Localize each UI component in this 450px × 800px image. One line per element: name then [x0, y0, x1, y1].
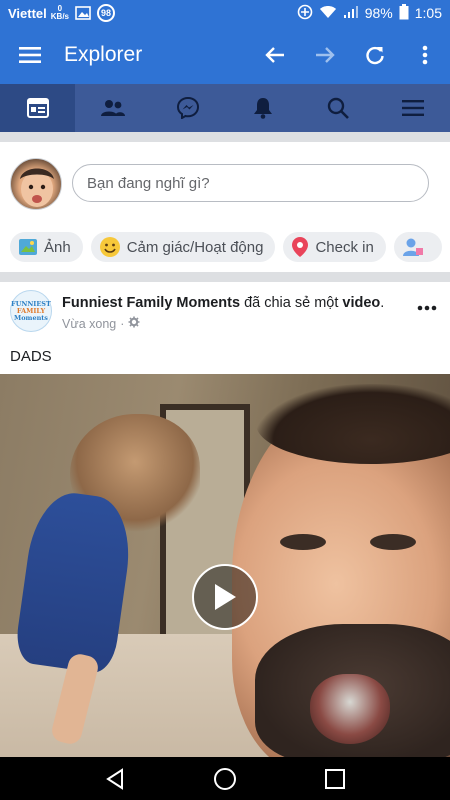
refresh-button[interactable]: [350, 26, 400, 84]
carrier-name: Viettel: [8, 5, 47, 21]
notification-count-badge: 98: [97, 4, 116, 22]
tab-messenger[interactable]: [150, 84, 225, 132]
menu-icon: [401, 100, 424, 116]
feeling-activity-chip-label: Cảm giác/Hoạt động: [126, 238, 264, 256]
post-meta: Vừa xong ·: [62, 316, 140, 331]
public-gear-icon: [128, 316, 140, 331]
status-input[interactable]: Bạn đang nghĩ gì?: [72, 164, 429, 202]
smiley-icon: [99, 236, 121, 258]
post-options-button[interactable]: [412, 296, 442, 320]
post-header: Funniest Family Moments đã chia sẻ một v…: [62, 295, 402, 311]
play-icon: [215, 584, 236, 610]
hamburger-menu-button[interactable]: [0, 26, 60, 84]
data-saver-icon: [297, 4, 313, 23]
messenger-icon: [176, 97, 199, 119]
arrow-left-icon: [265, 47, 284, 63]
video-frame: [280, 534, 326, 550]
search-icon: [327, 97, 349, 119]
tab-friends[interactable]: [75, 84, 150, 132]
check-in-chip-label: Check in: [315, 238, 374, 256]
video-player[interactable]: [0, 374, 450, 757]
post-timestamp[interactable]: Vừa xong: [62, 317, 116, 331]
video-frame: [370, 534, 416, 550]
arrow-right-icon: [316, 47, 335, 63]
location-pin-icon: [291, 236, 309, 258]
system-nav-bar: [0, 757, 450, 800]
divider: [0, 132, 450, 142]
photo-chip[interactable]: Ảnh: [10, 232, 83, 262]
feeling-activity-chip[interactable]: Cảm giác/Hoạt động: [90, 232, 276, 262]
forward-button[interactable]: [300, 26, 350, 84]
refresh-icon: [366, 46, 384, 65]
news-feed-icon: [26, 98, 49, 118]
post-action-end: .: [380, 295, 385, 311]
status-bar: Viettel 0 KB/s 98 98% 1:05: [0, 0, 450, 26]
app-bar: Explorer: [0, 26, 450, 84]
tab-news-feed[interactable]: [0, 84, 75, 132]
user-avatar[interactable]: [10, 158, 62, 210]
photo-chip-label: Ảnh: [44, 238, 71, 256]
gallery-notification-icon: [75, 6, 91, 20]
tab-notifications[interactable]: [225, 84, 300, 132]
page-name-link[interactable]: Funniest Family Moments: [62, 295, 240, 311]
user-face-image: [20, 168, 54, 207]
tab-bar: [0, 84, 450, 132]
page-logo[interactable]: FUNNIEST FAMILY Moments: [10, 290, 52, 332]
tag-people-chip[interactable]: [393, 232, 442, 262]
photo-icon: [18, 238, 38, 256]
logo-text-line-3: Moments: [14, 313, 48, 322]
video-link[interactable]: video: [342, 295, 380, 311]
triangle-back-icon: [106, 767, 123, 790]
composer-chips: Ảnh Cảm giác/Hoạt động Check in: [10, 232, 450, 262]
overflow-menu-button[interactable]: [400, 26, 450, 84]
video-frame: [310, 674, 390, 744]
app-title: Explorer: [64, 43, 143, 66]
friends-icon: [100, 100, 125, 116]
data-speed-unit: KB/s: [50, 12, 70, 21]
battery-icon: [399, 3, 409, 23]
tag-people-icon: [402, 236, 424, 258]
nav-home-button[interactable]: [200, 757, 250, 800]
circle-home-icon: [214, 767, 236, 790]
signal-icon: [343, 5, 359, 22]
more-horizontal-icon: [417, 305, 437, 311]
wifi-icon: [319, 5, 337, 22]
play-button[interactable]: [192, 564, 258, 630]
post-text: DADS: [10, 348, 52, 365]
clock: 1:05: [414, 5, 442, 21]
divider: [0, 272, 450, 282]
back-button[interactable]: [250, 26, 300, 84]
battery-percent: 98%: [364, 5, 393, 21]
meta-separator: ·: [120, 316, 125, 331]
check-in-chip[interactable]: Check in: [283, 232, 386, 262]
nav-back-button[interactable]: [90, 757, 140, 800]
post-action-text: đã chia sẻ một: [240, 295, 343, 311]
hamburger-icon: [19, 47, 41, 63]
status-composer: Bạn đang nghĩ gì? Ảnh Cảm giác/Hoạt động…: [0, 142, 450, 272]
bell-icon: [253, 98, 272, 119]
tab-search[interactable]: [300, 84, 375, 132]
square-recents-icon: [325, 768, 345, 789]
nav-recents-button[interactable]: [310, 757, 360, 800]
more-vertical-icon: [422, 45, 428, 65]
tab-menu[interactable]: [375, 84, 450, 132]
data-speed: 0 KB/s: [51, 5, 69, 21]
